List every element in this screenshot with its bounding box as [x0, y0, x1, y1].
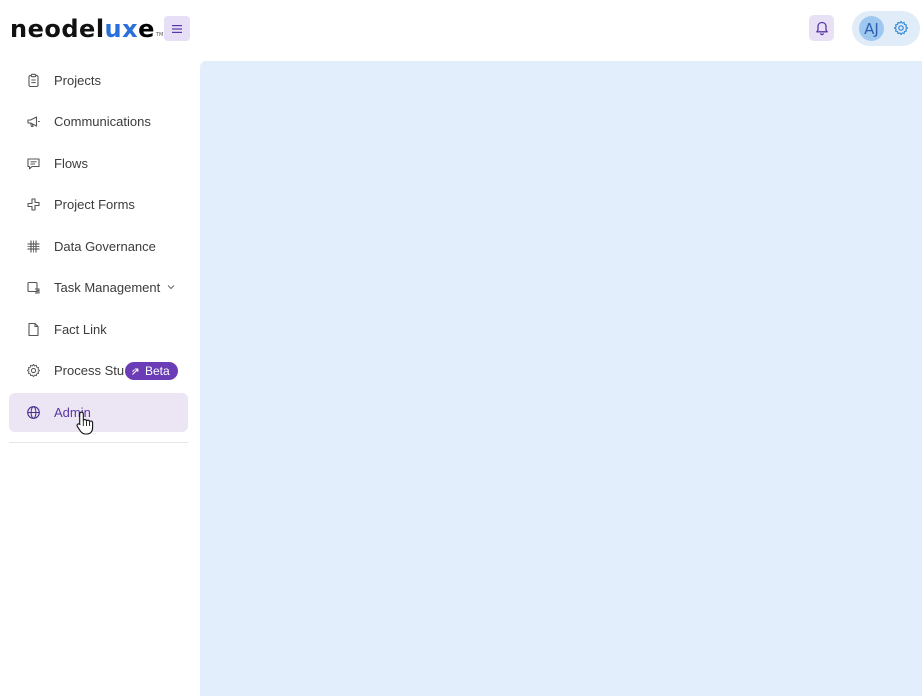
logo-text-4: e — [138, 15, 155, 43]
sidebar-item-label: Data Governance — [54, 239, 156, 254]
avatar[interactable]: AJ — [859, 16, 884, 41]
user-menu[interactable]: AJ — [852, 11, 920, 46]
chevron-down-icon[interactable] — [167, 283, 175, 291]
clipboard-icon — [28, 73, 39, 88]
logo-text-2: l — [95, 15, 105, 43]
main-content — [200, 61, 922, 696]
task-icon — [27, 281, 40, 294]
sidebar-item-label: Projects — [54, 73, 101, 88]
logo-text-1: neode — [10, 15, 96, 43]
sidebar-item-label: Flows — [54, 156, 88, 171]
puzzle-icon — [27, 198, 40, 211]
sidebar-item-admin[interactable]: Admin — [9, 393, 188, 432]
logo-trademark: TM — [155, 32, 164, 38]
sidebar-item-process-studio[interactable]: Process Stu Beta — [9, 351, 188, 390]
globe-icon — [27, 406, 40, 419]
sidebar: Projects Communications Flows Project Fo… — [0, 58, 198, 696]
grid-hash-icon — [27, 240, 40, 253]
sidebar-item-data-governance[interactable]: Data Governance — [9, 227, 188, 266]
sidebar-item-fact-link[interactable]: Fact Link — [9, 310, 188, 349]
sidebar-toggle-button[interactable] — [164, 16, 190, 41]
top-bar: neode l ux e TM AJ — [0, 0, 922, 58]
notifications-button[interactable] — [809, 15, 834, 41]
neodeluxe-logo[interactable]: neode l ux e TM — [10, 13, 163, 43]
gear-icon — [26, 363, 41, 378]
megaphone-icon — [27, 116, 40, 127]
file-icon — [28, 322, 39, 337]
sidebar-item-projects[interactable]: Projects — [9, 61, 188, 100]
settings-icon[interactable] — [893, 20, 909, 36]
beta-badge: Beta — [125, 362, 178, 380]
bell-icon — [815, 21, 828, 35]
sparkle-icon — [132, 368, 139, 375]
message-icon — [27, 158, 40, 170]
sidebar-item-label: Project Forms — [54, 197, 135, 212]
sidebar-item-flows[interactable]: Flows — [9, 144, 188, 183]
sidebar-item-communications[interactable]: Communications — [9, 102, 188, 141]
hand-cursor-icon — [76, 411, 94, 435]
beta-badge-label: Beta — [145, 364, 170, 378]
sidebar-item-project-forms[interactable]: Project Forms — [9, 185, 188, 224]
sidebar-item-label: Process Stu — [54, 363, 125, 378]
sidebar-item-label: Communications — [54, 114, 151, 129]
sidebar-divider — [9, 442, 188, 443]
sidebar-item-task-management[interactable]: Task Management — [9, 268, 188, 307]
sidebar-item-label: Fact Link — [54, 322, 107, 337]
hamburger-icon — [172, 24, 182, 33]
logo-text-3: ux — [104, 15, 139, 43]
sidebar-item-label: Task Management — [54, 280, 161, 295]
